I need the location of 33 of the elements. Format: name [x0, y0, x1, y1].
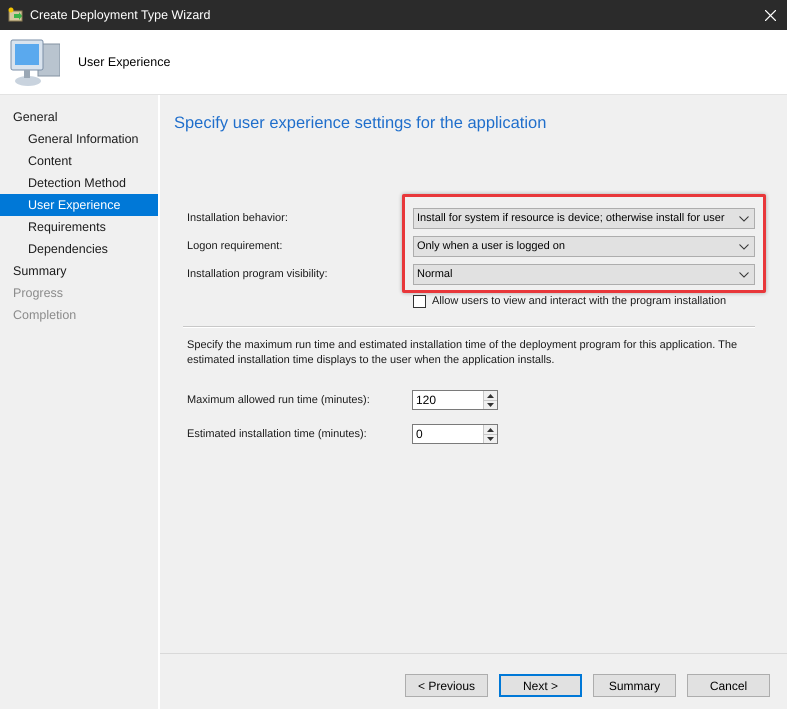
dropdown[interactable]: Normal	[413, 264, 755, 285]
nav-step[interactable]: Summary	[0, 260, 158, 282]
description-text: Specify the maximum run time and estimated installation time of the deployment program for this application. The estimated installation time displays to the user when the application installs.	[187, 338, 738, 368]
field-label: Estimated installation time (minutes):	[187, 427, 368, 442]
dropdown[interactable]: Install for system if resource is device; otherwise install for user	[413, 208, 755, 229]
checkbox-label: Allow users to view and interact with the program installation	[432, 294, 726, 309]
nav-step[interactable]: Dependencies	[0, 238, 158, 260]
window-title: Create Deployment Type Wizard	[30, 6, 210, 24]
field-label: Installation behavior:	[187, 211, 289, 226]
page-title: User Experience	[78, 54, 170, 71]
close-icon[interactable]	[765, 10, 776, 20]
nav-step[interactable]: Content	[0, 150, 158, 172]
dropdown[interactable]: Only when a user is logged on	[413, 236, 755, 257]
chevron-down-icon	[739, 216, 749, 222]
chevron-down-icon	[739, 244, 749, 250]
field-label: Logon requirement:	[187, 239, 284, 254]
nav-step[interactable]: General Information	[0, 128, 158, 150]
nav-step[interactable]: General	[0, 106, 158, 128]
wizard-button[interactable]: Summary	[593, 674, 676, 697]
wizard-icon	[8, 7, 24, 23]
wizard-button[interactable]: Cancel	[687, 674, 770, 697]
chevron-down-icon	[739, 272, 749, 278]
field-label: Maximum allowed run time (minutes):	[187, 393, 371, 408]
wizard-button[interactable]: Next >	[499, 674, 582, 697]
section-heading: Specify user experience settings for the application	[174, 113, 548, 134]
field-label: Installation program visibility:	[187, 267, 329, 282]
checkbox[interactable]	[413, 294, 426, 308]
nav-step[interactable]: User Experience	[0, 194, 158, 216]
wizard-button[interactable]: < Previous	[405, 674, 488, 697]
number-spinner[interactable]: 120	[412, 390, 498, 410]
nav-step[interactable]: Detection Method	[0, 172, 158, 194]
nav-step[interactable]: Requirements	[0, 216, 158, 238]
number-spinner[interactable]: 0	[412, 424, 498, 444]
